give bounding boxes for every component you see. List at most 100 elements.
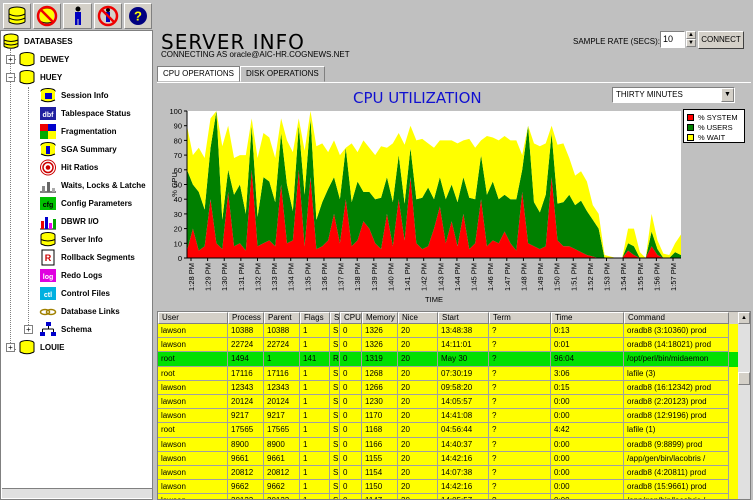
- table-row[interactable]: lawson 20812 20812 1 S 0 1154 20 14:07:38? 0:00 or…: [158, 465, 739, 481]
- table-cell: 1: [300, 465, 330, 481]
- column-header-term[interactable]: Term: [489, 312, 551, 324]
- main-panel: SERVER INFO CONNECTING AS oracle@AIC-HR.…: [155, 0, 753, 500]
- sga-icon: [39, 141, 57, 158]
- column-header-time[interactable]: Time: [551, 312, 624, 324]
- table-cell: 1326: [362, 338, 398, 353]
- table-cell: 0:01: [551, 338, 624, 353]
- no-user-toolbar-button[interactable]: [93, 3, 122, 29]
- table-row[interactable]: root 1494 1 141 R 0 1319 20 May 30? 96:04/opt/per…: [158, 352, 739, 367]
- tree-item-schema[interactable]: Schema: [39, 319, 92, 339]
- tree-item-fragmentation[interactable]: Fragmentation: [39, 121, 117, 141]
- column-header-parent[interactable]: Parent: [264, 312, 300, 324]
- connect-button[interactable]: CONNECT: [698, 31, 744, 49]
- tree-item-dbwr-io[interactable]: DBWR I/O: [39, 211, 99, 231]
- database-tree[interactable]: DATABASES + DEWEY − HUEY Session Info db…: [0, 30, 153, 500]
- table-cell: lawson: [158, 437, 228, 452]
- scroll-thumb[interactable]: [738, 372, 750, 385]
- table-cell: 0: [340, 352, 362, 367]
- table-cell: 0:00: [551, 451, 624, 466]
- tree-item-database-links[interactable]: Database Links: [39, 301, 120, 321]
- column-header-start[interactable]: Start: [438, 312, 489, 324]
- table-cell: ?: [489, 394, 551, 410]
- tree-item-config-parameters[interactable]: cfg Config Parameters: [39, 193, 132, 213]
- table-cell: S: [330, 494, 340, 499]
- table-cell: 20123: [264, 494, 300, 499]
- tree-node-huey[interactable]: HUEY: [18, 67, 62, 87]
- spin-up-icon[interactable]: ▲: [686, 31, 696, 39]
- tree-item-redo-logs[interactable]: log Redo Logs: [39, 265, 102, 285]
- column-header-nice[interactable]: Nice: [398, 312, 438, 324]
- legend-swatch: [687, 133, 694, 141]
- table-cell: 09:58:20: [438, 380, 489, 395]
- table-row[interactable]: lawson 12343 12343 1 S 0 1266 20 09:58:20? 0:15 or…: [158, 380, 739, 395]
- table-row[interactable]: lawson 10388 10388 1 S 0 1326 20 13:48:38? 0:13 or…: [158, 324, 739, 339]
- column-header-memory[interactable]: Memory: [362, 312, 398, 324]
- tree-node-databases[interactable]: DATABASES: [2, 31, 73, 51]
- table-cell: 9217: [264, 409, 300, 424]
- sample-rate-input[interactable]: 10: [660, 31, 685, 48]
- tab-cpu-operations[interactable]: CPU OPERATIONS: [157, 66, 240, 82]
- x-tick-label: 1:37 PM: [337, 263, 346, 291]
- table-row[interactable]: lawson 22724 22724 1 S 0 1326 20 14:11:01? 0:01 or…: [158, 338, 739, 353]
- table-cell: lawson: [158, 451, 228, 466]
- user-toolbar-button[interactable]: [63, 3, 92, 29]
- expand-toggle[interactable]: +: [6, 55, 15, 64]
- table-cell: ?: [489, 366, 551, 381]
- table-row[interactable]: lawson 9662 9662 1 S 0 1150 20 14:42:16? 0:00 orad…: [158, 480, 739, 495]
- column-header-process[interactable]: Process: [228, 312, 264, 324]
- table-cell: /opt/perl/bin/midaemon: [624, 352, 729, 367]
- table-row[interactable]: lawson 9217 9217 1 S 0 1170 20 14:41:08? 0:00 orad…: [158, 409, 739, 424]
- expand-toggle[interactable]: +: [6, 343, 15, 352]
- spin-down-icon[interactable]: ▼: [686, 39, 696, 47]
- table-cell: ?: [489, 423, 551, 438]
- tree-label: LOUIE: [40, 342, 65, 352]
- help-toolbar-button[interactable]: ?: [123, 3, 153, 29]
- table-cell: 9662: [228, 480, 264, 495]
- log-file-icon: log: [39, 267, 57, 284]
- column-header-cpu[interactable]: CPU: [340, 312, 362, 324]
- database-stack-icon: [8, 6, 26, 25]
- tree-node-louie[interactable]: LOUIE: [18, 337, 64, 357]
- chart-legend: % SYSTEM % USERS % WAIT: [683, 109, 745, 143]
- table-cell: 14:07:38: [438, 465, 489, 481]
- tree-item-sga-summary[interactable]: SGA Summary: [39, 139, 117, 159]
- person-icon: [74, 6, 81, 25]
- tree-item-waits-locks-latches[interactable]: Waits, Locks & Latche: [39, 175, 146, 195]
- column-header-user[interactable]: User: [158, 312, 228, 324]
- table-row[interactable]: lawson 20124 20124 1 S 0 1230 20 14:05:57? 0:00 or…: [158, 394, 739, 410]
- tab-disk-operations[interactable]: DISK OPERATIONS: [239, 66, 325, 82]
- tree-item-tablespace-status[interactable]: dbf Tablespace Status: [39, 103, 131, 123]
- scroll-up-icon[interactable]: ▲: [738, 312, 750, 324]
- sample-rate-spinner[interactable]: ▲ ▼: [686, 31, 696, 48]
- tree-item-control-files[interactable]: ctl Control Files: [39, 283, 110, 303]
- tree-horizontal-scrollbar[interactable]: [2, 488, 152, 498]
- table-cell: 20: [398, 423, 438, 438]
- no-database-toolbar-button[interactable]: [33, 3, 62, 29]
- process-table[interactable]: User Process Parent Flags S CPU Memory Nice Star…: [157, 311, 751, 500]
- table-row[interactable]: root 17565 17565 1 S 0 1168 20 04:56:44? 4:42 lafi…: [158, 423, 739, 438]
- tree-item-rollback-segments[interactable]: R Rollback Segments: [39, 247, 135, 267]
- tree-node-dewey[interactable]: DEWEY: [18, 49, 69, 69]
- table-vertical-scrollbar[interactable]: ▲: [738, 312, 750, 499]
- ctl-file-icon: ctl: [39, 285, 57, 302]
- tree-label: Config Parameters: [61, 198, 133, 208]
- collapse-toggle[interactable]: −: [6, 73, 15, 82]
- expand-toggle[interactable]: +: [24, 325, 33, 334]
- table-cell: 8900: [228, 437, 264, 452]
- tree-label: Database Links: [61, 306, 120, 316]
- column-header-s[interactable]: S: [330, 312, 340, 324]
- database-stack-icon: [2, 33, 20, 50]
- table-row[interactable]: root 17116 17116 1 S 0 1268 20 07:30:19? 3:06 lafi…: [158, 366, 739, 381]
- table-row[interactable]: lawson20123201231S011472014:05:57?0:00/a…: [158, 494, 739, 499]
- table-row[interactable]: lawson 9661 9661 1 S 0 1155 20 14:42:16? 0:00/app…: [158, 451, 739, 466]
- column-header-flags[interactable]: Flags: [300, 312, 330, 324]
- column-header-command[interactable]: Command: [624, 312, 729, 324]
- databases-toolbar-button[interactable]: [3, 3, 32, 29]
- tree-item-session-info[interactable]: Session Info: [39, 85, 109, 105]
- table-row[interactable]: lawson 8900 8900 1 S 0 1166 20 14:40:37? 0:00 orad…: [158, 437, 739, 452]
- database-icon: [18, 69, 36, 86]
- table-cell: 14:05:57: [438, 394, 489, 410]
- tree-item-hit-ratios[interactable]: Hit Ratios: [39, 157, 98, 177]
- tree-item-server-info[interactable]: Server Info: [39, 229, 103, 249]
- y-tick-label: 20: [174, 225, 182, 234]
